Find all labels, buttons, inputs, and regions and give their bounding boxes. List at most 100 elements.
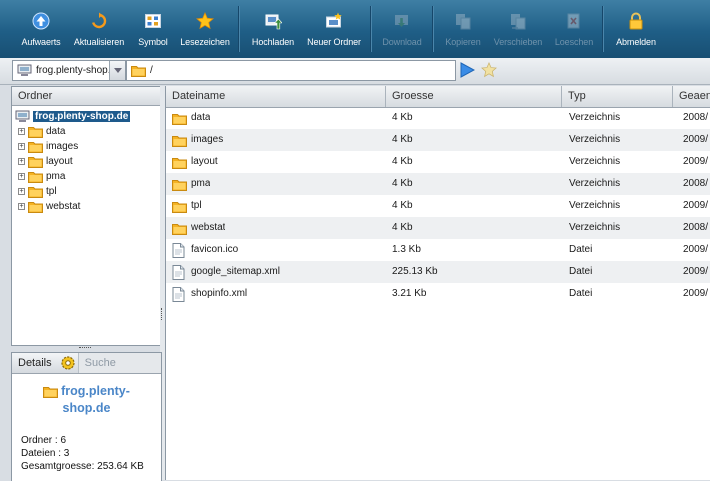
splitter-grip[interactable] (161, 308, 164, 320)
go-icon[interactable] (458, 61, 476, 79)
toolbar-separator (602, 6, 604, 52)
path-input[interactable]: / (126, 60, 456, 81)
tree-item-images[interactable]: + images (18, 139, 78, 154)
tab-details[interactable]: Details (12, 353, 58, 373)
move-icon (507, 10, 529, 32)
table-row[interactable]: favicon.ico 1.3 Kb Datei 2009/ (166, 239, 710, 261)
chevron-down-icon[interactable] (109, 61, 125, 80)
add-bookmark-star-icon[interactable] (480, 61, 498, 79)
tree-item-webstat[interactable]: + webstat (18, 199, 80, 214)
column-size[interactable]: Groesse (386, 86, 562, 107)
file-name: shopinfo.xml (191, 288, 248, 299)
address-bar: frog.plenty-shop.de / (0, 58, 710, 85)
tree-item-data[interactable]: + data (18, 124, 65, 139)
new-folder-icon (323, 10, 345, 32)
tree-root-item[interactable]: frog.plenty-shop.de (15, 109, 131, 124)
tree-item-pma[interactable]: + pma (18, 169, 65, 184)
file-size: 225.13 Kb (392, 266, 438, 277)
file-name: google_sitemap.xml (191, 266, 280, 277)
upload-button[interactable]: Hochladen (250, 0, 296, 58)
logout-button[interactable]: Abmelden (614, 0, 658, 58)
tree-item-tpl[interactable]: + tpl (18, 184, 57, 199)
server-select[interactable]: frog.plenty-shop.de (12, 60, 126, 81)
file-type: Datei (569, 244, 593, 255)
toolbar-separator (370, 6, 372, 52)
table-row[interactable]: webstat 4 Kb Verzeichnis 2008/ (166, 217, 710, 239)
bookmark-star-icon (194, 10, 216, 32)
file-name-cell: layout (172, 151, 218, 173)
file-modified: 2008/ (683, 112, 709, 123)
file-name-cell: shopinfo.xml (172, 283, 247, 305)
file-icon (172, 264, 188, 280)
tab-search[interactable]: Suche (77, 353, 161, 373)
logout-lock-icon (625, 10, 647, 32)
expand-icon[interactable]: + (18, 143, 25, 150)
folder-icon (172, 133, 188, 147)
file-name: favicon.ico (191, 244, 239, 255)
file-count: Dateien : 3 (21, 448, 70, 459)
folder-icon (28, 125, 43, 138)
expand-icon[interactable]: + (18, 188, 25, 195)
tree-item-label: tpl (46, 186, 57, 197)
file-size: 4 Kb (392, 200, 413, 211)
folder-icon (172, 221, 188, 235)
table-row[interactable]: layout 4 Kb Verzeichnis 2009/ (166, 151, 710, 173)
up-button[interactable]: Aufwaerts (20, 0, 62, 58)
file-modified: 2008/ (683, 178, 709, 189)
table-row[interactable]: tpl 4 Kb Verzeichnis 2009/ (166, 195, 710, 217)
file-icon (172, 242, 188, 258)
file-modified: 2009/ (683, 200, 709, 211)
file-size: 4 Kb (392, 178, 413, 189)
file-size: 4 Kb (392, 222, 413, 233)
expand-icon[interactable]: + (18, 173, 25, 180)
file-modified: 2009/ (683, 288, 709, 299)
copy-button[interactable]: Kopieren (442, 0, 484, 58)
horizontal-splitter-grip[interactable] (79, 347, 91, 350)
toolbar-separator (432, 6, 434, 52)
delete-button[interactable]: Loeschen (554, 0, 594, 58)
column-type[interactable]: Typ (562, 86, 673, 107)
file-name-cell: favicon.ico (172, 239, 238, 261)
file-name: layout (191, 156, 218, 167)
server-icon (17, 64, 32, 77)
tree-root-label: frog.plenty-shop.de (33, 111, 131, 122)
column-name[interactable]: Dateiname (166, 86, 386, 107)
tree-item-label: data (46, 126, 66, 137)
file-size: 1.3 Kb (392, 244, 421, 255)
table-row[interactable]: shopinfo.xml 3.21 Kb Datei 2009/ (166, 283, 710, 305)
tree-item-label: pma (46, 171, 66, 182)
view-icons-icon (142, 10, 164, 32)
folder-icon (28, 155, 43, 168)
file-type: Verzeichnis (569, 134, 621, 145)
expand-icon[interactable]: + (18, 158, 25, 165)
file-icon (172, 286, 188, 302)
table-row[interactable]: images 4 Kb Verzeichnis 2009/ (166, 129, 710, 151)
details-server-name: frog.plenty- shop.de (12, 383, 161, 417)
file-modified: 2009/ (683, 156, 709, 167)
download-button[interactable]: Download (380, 0, 424, 58)
table-row[interactable]: pma 4 Kb Verzeichnis 2008/ (166, 173, 710, 195)
gear-icon[interactable] (60, 353, 76, 373)
expand-icon[interactable]: + (18, 128, 25, 135)
file-type: Verzeichnis (569, 222, 621, 233)
up-arrow-icon (30, 10, 52, 32)
total-size: Gesamtgroesse: 253.64 KB (21, 461, 144, 472)
file-name-cell: images (172, 129, 223, 151)
file-name: pma (191, 178, 211, 189)
refresh-button[interactable]: Aktualisieren (73, 0, 125, 58)
move-button[interactable]: Verschieben (492, 0, 544, 58)
table-row[interactable]: data 4 Kb Verzeichnis 2008/ (166, 107, 710, 129)
file-type: Verzeichnis (569, 156, 621, 167)
download-icon (391, 10, 413, 32)
bookmarks-button[interactable]: Lesezeichen (180, 0, 230, 58)
expand-icon[interactable]: + (18, 203, 25, 210)
tree-item-layout[interactable]: + layout (18, 154, 73, 169)
view-icons-button[interactable]: Symbol (136, 0, 170, 58)
folder-tree-title: Ordner (12, 87, 161, 106)
new-folder-button[interactable]: Neuer Ordner (306, 0, 362, 58)
toolbar: Aufwaerts Aktualisieren Symbol Lesezeich… (0, 0, 710, 59)
column-modified[interactable]: Geaen (673, 86, 710, 107)
table-row[interactable]: google_sitemap.xml 225.13 Kb Datei 2009/ (166, 261, 710, 283)
file-modified: 2009/ (683, 266, 709, 277)
refresh-icon (88, 10, 110, 32)
